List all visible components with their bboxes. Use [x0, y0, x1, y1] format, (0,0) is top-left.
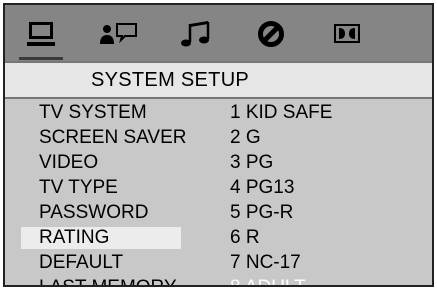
monitor-icon	[27, 22, 55, 46]
rating-option[interactable]: 2 G	[230, 127, 261, 149]
circle-slash-icon	[258, 21, 284, 47]
menu-item-tv-type[interactable]: TV TYPE	[21, 177, 181, 199]
rating-option[interactable]: 1 KID SAFE	[230, 102, 332, 124]
page-title: SYSTEM SETUP	[91, 69, 250, 91]
rating-option[interactable]: 6 R	[230, 227, 260, 249]
menu-item-last-memory[interactable]: LAST MEMORY	[21, 277, 181, 285]
music-note-icon	[181, 21, 210, 47]
rating-option[interactable]: 8 ADULT	[230, 277, 306, 285]
tab-dolby[interactable]	[325, 17, 369, 51]
dolby-icon	[334, 24, 360, 43]
menu-item-password[interactable]: PASSWORD	[21, 202, 181, 224]
menu-item-video[interactable]: VIDEO	[21, 152, 181, 174]
rating-option[interactable]: 7 NC-17	[230, 252, 301, 274]
osd-window: SYSTEM SETUP TV SYSTEM SCREEN SAVER VIDEO T…	[3, 3, 434, 287]
menu-item-default[interactable]: DEFAULT	[21, 252, 181, 274]
active-tab-indicator	[19, 57, 63, 60]
tab-language[interactable]	[97, 17, 141, 51]
rating-option[interactable]: 4 PG13	[230, 177, 294, 199]
tab-audio[interactable]	[173, 17, 217, 51]
menu-item-rating[interactable]: RATING	[21, 227, 181, 249]
rating-option[interactable]: 5 PG-R	[230, 202, 293, 224]
menu-item-screen-saver[interactable]: SCREEN SAVER	[21, 127, 186, 149]
tab-parental[interactable]	[249, 17, 293, 51]
tab-bar	[5, 5, 432, 61]
title-bar: SYSTEM SETUP	[5, 61, 432, 99]
tab-system[interactable]	[19, 17, 63, 51]
rating-option[interactable]: 3 PG	[230, 152, 273, 174]
menu-item-tv-system[interactable]: TV SYSTEM	[21, 102, 181, 124]
person-speech-icon	[100, 23, 137, 44]
